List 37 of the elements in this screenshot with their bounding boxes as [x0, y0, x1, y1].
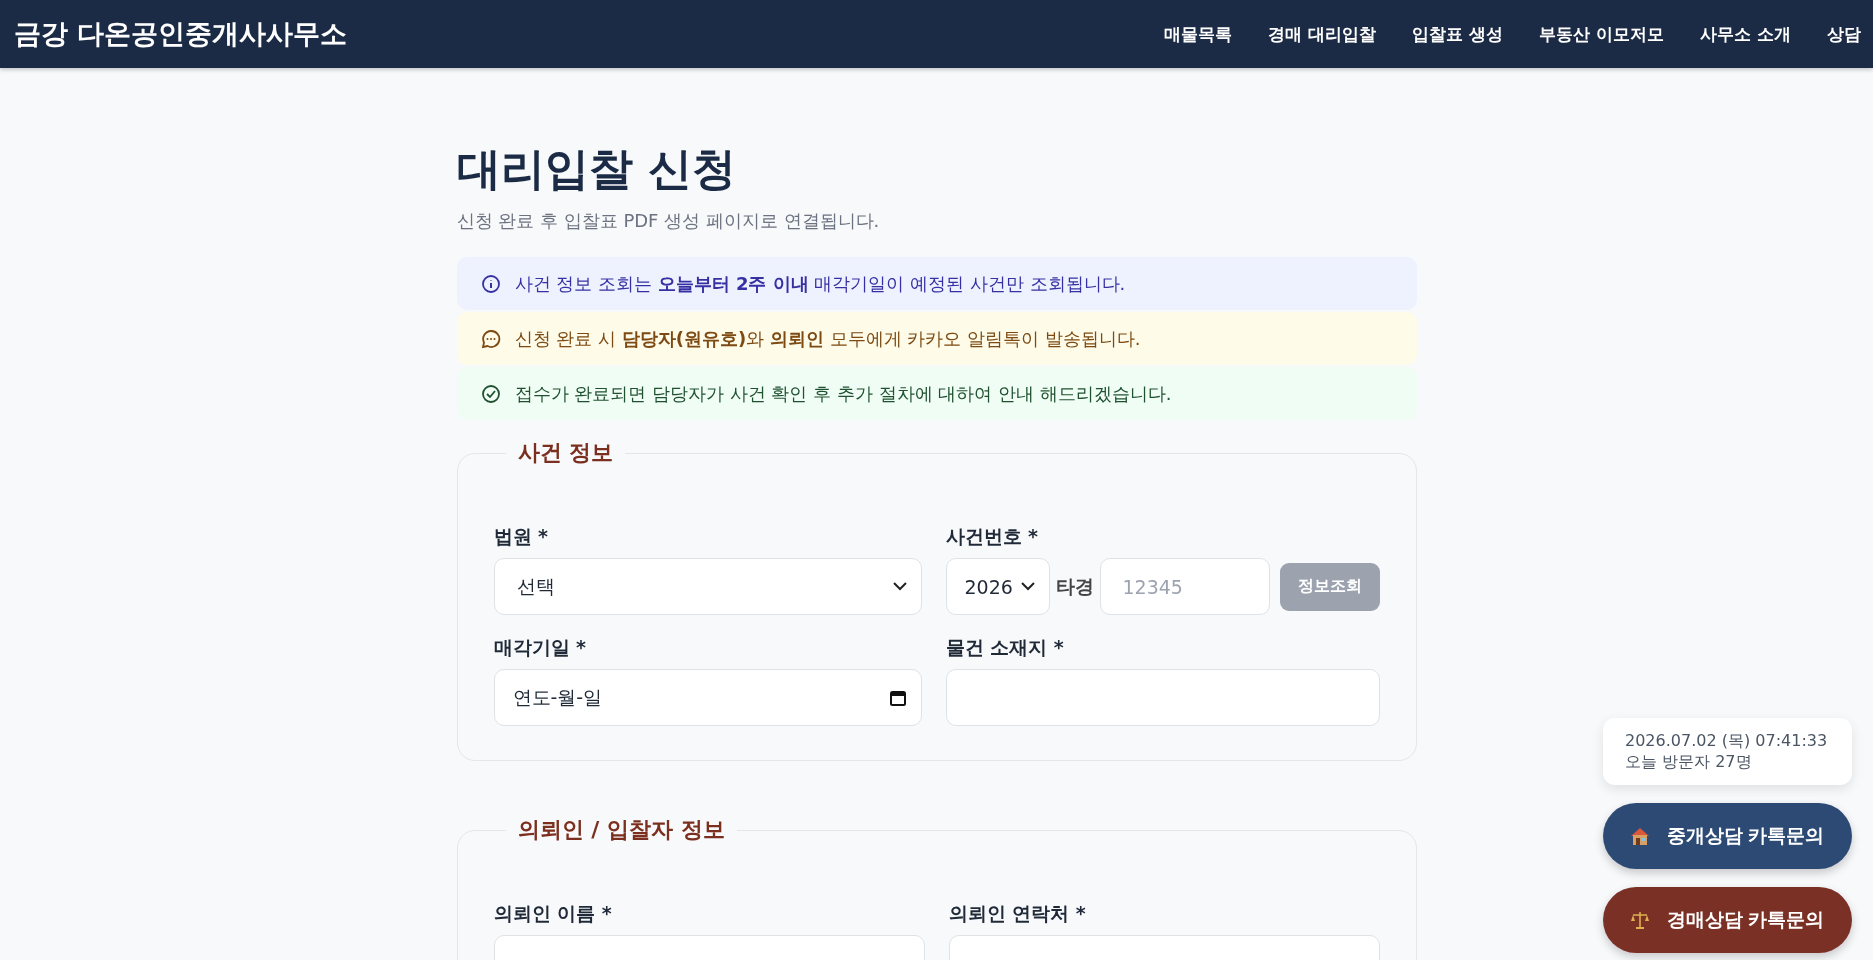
kakao-chat-button[interactable]: 경매상담 카톡문의: [1603, 887, 1852, 953]
field-label: 사건번호 *: [945, 524, 1040, 549]
case-type-text: 타경: [1055, 573, 1094, 599]
visitor-count-text: 오늘 방문자 27명: [1625, 751, 1753, 773]
calendar-icon[interactable]: [888, 688, 907, 707]
field-label: 법원 *: [493, 524, 550, 549]
court-select[interactable]: 선택: [493, 558, 922, 615]
nav-link[interactable]: 매물목록: [1164, 22, 1233, 46]
speech-bubble-icon: [480, 328, 501, 349]
field-label: 의뢰인 연락처 *: [948, 901, 1087, 926]
balance-scale-icon: [1629, 909, 1651, 931]
chevron-down-icon: [1020, 582, 1035, 591]
nav-link[interactable]: 부동산 이모저모: [1539, 22, 1665, 46]
nav-link[interactable]: 상담: [1827, 22, 1861, 46]
nav-link[interactable]: 경매 대리입찰: [1268, 22, 1377, 46]
nav-link[interactable]: 사무소 소개: [1700, 22, 1791, 46]
kakao-chat-button[interactable]: 중개상담 카톡문의: [1603, 803, 1852, 869]
date-field[interactable]: 연도-월-일: [493, 669, 922, 726]
section-legend: 사건 정보: [505, 438, 626, 468]
notice-text: 접수가 완료되면 담당자가 사건 확인 후 추가 절차에 대하여 안내 해드리겠습니다.: [514, 381, 1172, 406]
location-field[interactable]: [945, 669, 1380, 726]
page-title: 대리입찰 신청: [456, 142, 737, 196]
section-legend: 의뢰인 / 입찰자 정보: [505, 815, 737, 845]
chevron-down-icon: [892, 582, 907, 591]
info-icon: [480, 273, 501, 294]
site-brand[interactable]: 금강 다온공인중개사사무소: [14, 16, 348, 52]
year-select[interactable]: 2026: [945, 558, 1050, 615]
field-label: 물건 소재지 *: [945, 635, 1065, 660]
check-circle-icon: [480, 383, 501, 404]
house-icon: [1629, 825, 1651, 847]
notice-text: 신청 완료 시 담당자(원유호)와 의뢰인 모두에게 카카오 알림톡이 발송됩니다.: [514, 326, 1141, 351]
field-label: 의뢰인 이름 *: [493, 901, 613, 926]
notice-text: 사건 정보 조회는 오늘부터 2주 이내 매각기일이 예정된 사건만 조회됩니다.: [514, 271, 1126, 296]
field-label: 매각기일 *: [493, 635, 588, 660]
page-subtitle: 신청 완료 후 입찰표 PDF 생성 페이지로 연결됩니다.: [456, 209, 881, 233]
nav-link[interactable]: 입찰표 생성: [1412, 22, 1504, 46]
datetime-text: 2026.07.02 (목) 07:41:33: [1625, 729, 1829, 752]
